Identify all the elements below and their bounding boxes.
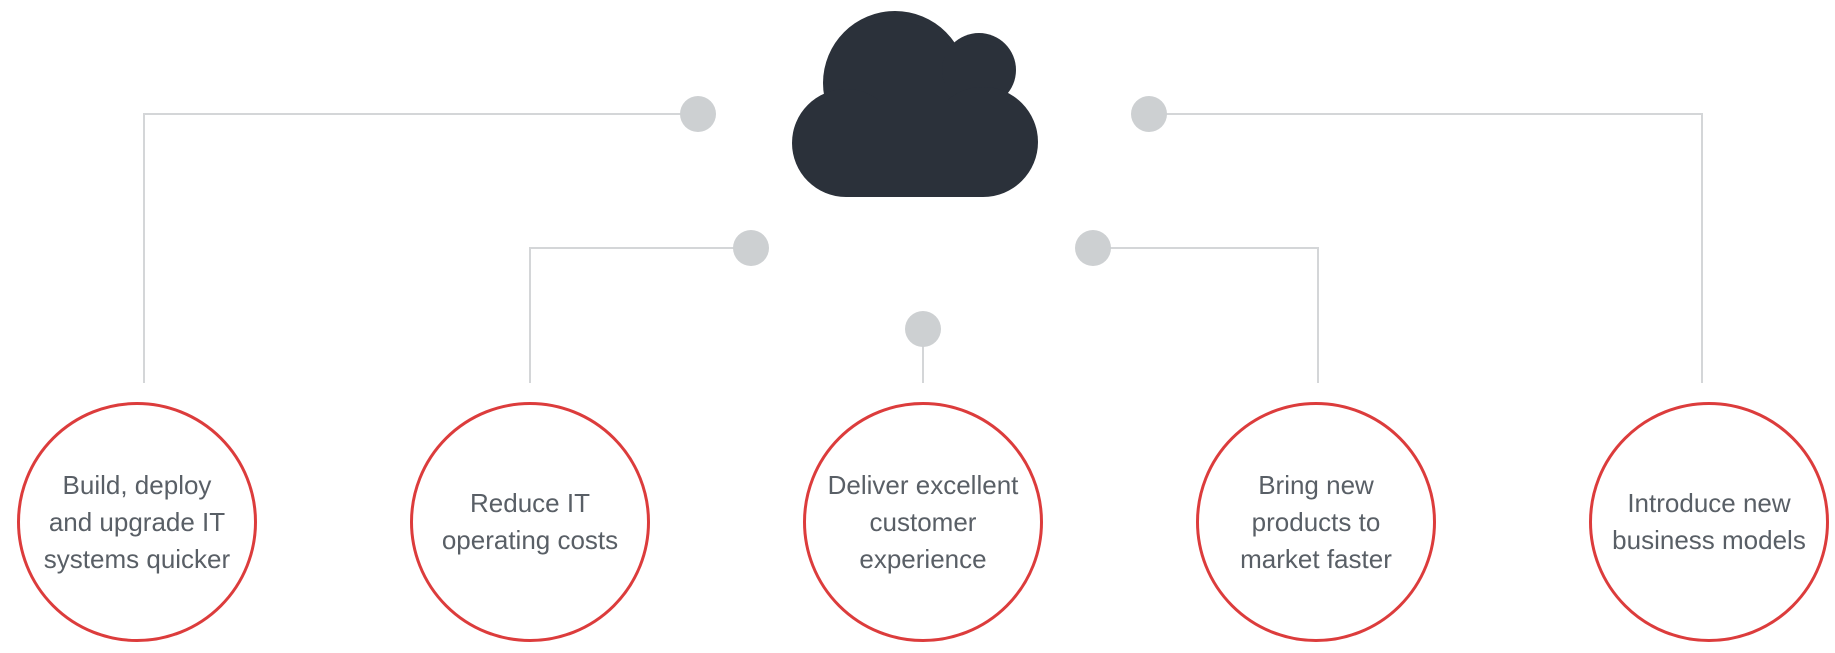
benefit-circle-business-models: Introduce new business models xyxy=(1589,402,1829,642)
benefit-label: Reduce IT operating costs xyxy=(441,488,619,555)
benefit-circle-customer-experience: Deliver excellent customer experience xyxy=(803,402,1043,642)
benefit-circle-reduce-costs: Reduce IT operating costs xyxy=(410,402,650,642)
connector-dot-2 xyxy=(733,230,769,266)
benefit-label: Build, deploy and upgrade IT systems qui… xyxy=(43,469,231,574)
connector-line-2 xyxy=(529,247,751,383)
benefit-circle-new-products: Bring new products to market faster xyxy=(1196,402,1436,642)
benefit-label: Deliver excellent customer experience xyxy=(827,469,1019,574)
connector-dot-3 xyxy=(905,311,941,347)
benefit-label: Introduce new business models xyxy=(1612,488,1806,555)
benefit-circle-build-deploy: Build, deploy and upgrade IT systems qui… xyxy=(17,402,257,642)
cloud-icon xyxy=(792,11,1038,197)
connector-dot-1 xyxy=(680,96,716,132)
connector-line-4 xyxy=(1093,247,1319,383)
connector-dot-4 xyxy=(1075,230,1111,266)
benefit-label: Bring new products to market faster xyxy=(1240,469,1392,574)
connector-dot-5 xyxy=(1131,96,1167,132)
